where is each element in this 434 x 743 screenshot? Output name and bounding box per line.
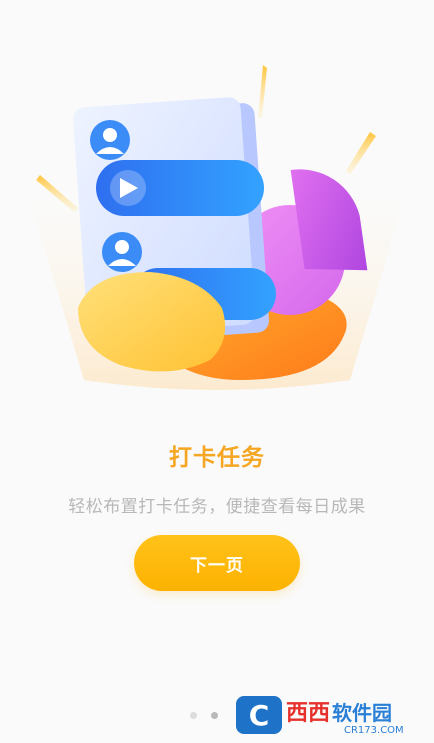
brand-name-part2: 软件园 <box>332 700 393 725</box>
brand-logo-icon: C <box>236 696 282 734</box>
task-checkin-illustration <box>30 65 404 390</box>
watermark-logo: C 西西 软件园 CR173.COM <box>236 694 420 736</box>
page-dot[interactable] <box>190 712 197 719</box>
play-icon <box>110 170 146 206</box>
page-indicator <box>190 712 218 719</box>
page-dot-active[interactable] <box>211 712 218 719</box>
page-subtitle: 轻松布置打卡任务，便捷查看每日成果 <box>68 497 366 517</box>
sparkle-ray <box>346 132 376 175</box>
user-icon <box>102 232 142 272</box>
sparkle-ray <box>258 65 267 118</box>
onboarding-screen: 打卡任务 轻松布置打卡任务，便捷查看每日成果 下一页 C 西西 软件园 CR17… <box>0 0 434 743</box>
next-page-button[interactable]: 下一页 <box>134 535 300 591</box>
brand-name-part1: 西西 <box>286 700 331 726</box>
user-icon <box>90 120 130 160</box>
brand-domain: CR173.COM <box>344 724 404 736</box>
brand-text: 西西 软件园 CR173.COM <box>286 695 404 736</box>
page-title: 打卡任务 <box>169 445 265 471</box>
